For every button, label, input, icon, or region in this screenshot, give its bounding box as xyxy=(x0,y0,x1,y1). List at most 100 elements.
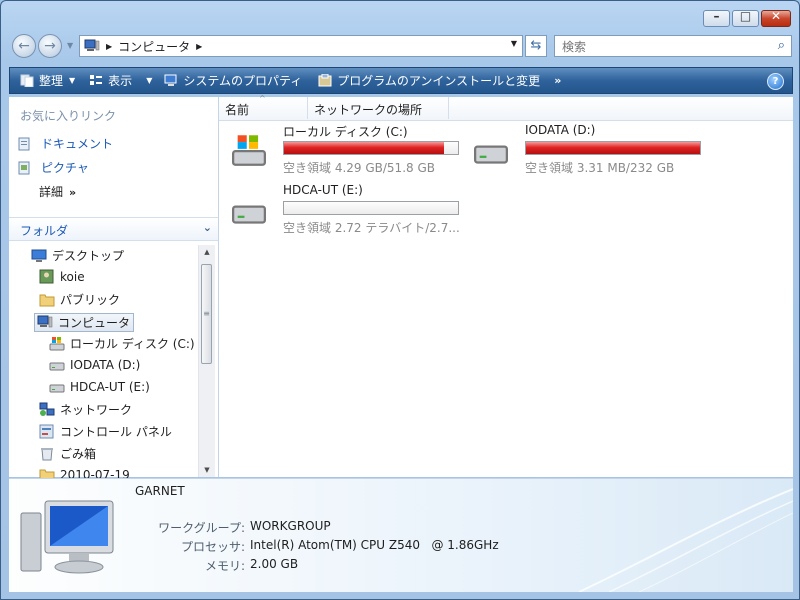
processor-label: プロセッサ: xyxy=(180,540,245,554)
tree-item[interactable]: koie xyxy=(39,269,85,284)
more-links-label: 詳細 xyxy=(39,185,64,199)
views-icon xyxy=(90,75,103,85)
tree-item-label: ネットワーク xyxy=(60,403,133,417)
address-dropdown-icon[interactable]: ▼ xyxy=(511,39,517,48)
drive-usage-bar xyxy=(283,141,459,155)
memory-value: 2.00 GB xyxy=(250,557,299,571)
processor-row: プロセッサ: Intel(R) Atom(TM) CPU Z540 @ 1.86G… xyxy=(135,538,499,555)
tree-item-label: デスクトップ xyxy=(52,249,125,263)
tree-item-label: IODATA (D:) xyxy=(70,357,141,372)
tree-item[interactable]: パブリック xyxy=(39,291,120,308)
programs-icon xyxy=(318,74,332,87)
favorite-link-documents[interactable]: ドキュメント xyxy=(17,135,113,152)
organize-label: 整理 xyxy=(39,74,64,88)
search-input[interactable] xyxy=(560,37,764,57)
minimize-button[interactable]: – xyxy=(703,9,730,27)
tree-item-label: ローカル ディスク (C:) xyxy=(70,337,195,351)
tree-item[interactable]: HDCA-UT (E:) xyxy=(49,379,150,394)
desktop-icon xyxy=(31,249,47,262)
column-network-label: ネットワークの場所 xyxy=(314,103,423,117)
workgroup-value: WORKGROUP xyxy=(250,519,331,533)
tree-item[interactable]: コントロール パネル xyxy=(39,423,172,440)
expand-chevron-icon: » xyxy=(69,186,77,199)
drive-free-space: 空き領域 4.29 GB/51.8 GB xyxy=(283,161,435,175)
history-dropdown-icon[interactable]: ▼ xyxy=(67,41,73,50)
search-icon[interactable]: ⌕ xyxy=(778,38,785,53)
breadcrumb-separator-icon[interactable]: ▶ xyxy=(106,42,112,51)
column-header-network-location[interactable]: ネットワークの場所 xyxy=(308,97,449,119)
tree-item[interactable]: コンピュータ xyxy=(34,313,135,332)
tree-item[interactable]: ネットワーク xyxy=(39,401,132,418)
title-bar-controls: – □ ✕ xyxy=(701,9,791,27)
forward-button[interactable]: → xyxy=(38,34,62,58)
help-button[interactable]: ? xyxy=(767,73,784,90)
scroll-down-icon[interactable]: ▼ xyxy=(199,463,215,477)
navigation-pane: お気に入りリンク ドキュメント ピクチャ 詳細 » フォルダ ⌄ デスクトップ ko… xyxy=(9,97,219,482)
views-button[interactable]: 表示 ▼ xyxy=(89,72,152,89)
drive-usage-bar xyxy=(283,201,459,215)
folder-tree-scrollbar[interactable]: ▲ ≡ ▼ xyxy=(198,245,215,477)
organize-button[interactable]: 整理 ▼ xyxy=(20,72,75,89)
breadcrumb-separator-icon[interactable]: ▶ xyxy=(196,42,202,51)
favorite-label: ピクチャ xyxy=(41,161,89,175)
tree-item[interactable]: ローカル ディスク (C:) xyxy=(49,335,195,352)
folders-header[interactable]: フォルダ ⌄ xyxy=(9,217,218,241)
scroll-thumb[interactable]: ≡ xyxy=(201,264,212,364)
more-links-button[interactable]: 詳細 » xyxy=(39,183,76,200)
drive-icon xyxy=(232,205,266,224)
system-properties-icon xyxy=(164,74,177,86)
drive-name: HDCA-UT (E:) xyxy=(283,183,363,197)
drive-tile[interactable]: ローカル ディスク (C:) 空き領域 4.29 GB/51.8 GB xyxy=(225,123,465,179)
drive-free-space: 空き領域 2.72 テラバイト/2.7... xyxy=(283,221,460,235)
tree-item-label: ごみ箱 xyxy=(60,447,97,461)
drive-tile[interactable]: HDCA-UT (E:) 空き領域 2.72 テラバイト/2.7... xyxy=(225,183,465,239)
more-commands-glyph: » xyxy=(554,74,562,87)
collapse-chevron-icon: ⌄ xyxy=(202,221,212,234)
uninstall-programs-label: プログラムのアンインストールと変更 xyxy=(337,74,541,88)
refresh-button[interactable]: ⇆ xyxy=(525,35,547,57)
back-button[interactable]: ← xyxy=(12,34,36,58)
folder-icon xyxy=(39,294,55,307)
memory-label: メモリ: xyxy=(204,559,245,573)
breadcrumb-computer[interactable]: コンピュータ xyxy=(118,38,190,55)
command-bar: 整理 ▼ 表示 ▼ システムのプロパティ プログラムのアンインストールと変更 » ? xyxy=(9,67,793,94)
system-properties-label: システムのプロパティ xyxy=(183,74,303,88)
maximize-button[interactable]: □ xyxy=(732,9,759,27)
drive-tile[interactable]: IODATA (D:) 空き領域 3.31 MB/232 GB xyxy=(467,123,707,179)
column-header-name[interactable]: ^ 名前 xyxy=(219,94,308,119)
more-commands-button[interactable]: » xyxy=(554,74,561,87)
windows-drive-icon xyxy=(232,135,266,166)
decorative-swoosh xyxy=(578,488,793,592)
close-glyph: ✕ xyxy=(770,9,782,23)
address-bar[interactable]: ▶ コンピュータ ▶ ▼ xyxy=(79,35,523,57)
uninstall-programs-button[interactable]: プログラムのアンインストールと変更 xyxy=(318,72,540,89)
computer-icon xyxy=(84,39,100,51)
details-pane: GARNET ワークグループ: WORKGROUP プロセッサ: Intel(R) … xyxy=(9,478,793,592)
forward-arrow-icon: → xyxy=(44,38,56,54)
system-properties-button[interactable]: システムのプロパティ xyxy=(164,72,302,89)
favorite-label: ドキュメント xyxy=(41,137,114,151)
minimize-glyph: – xyxy=(713,9,720,23)
scroll-up-icon[interactable]: ▲ xyxy=(199,245,215,259)
documents-icon xyxy=(18,137,30,150)
memory-row: メモリ: 2.00 GB xyxy=(135,557,298,574)
favorite-link-pictures[interactable]: ピクチャ xyxy=(17,159,89,176)
drive-usage-fill xyxy=(284,142,444,154)
workgroup-row: ワークグループ: WORKGROUP xyxy=(135,519,331,536)
close-button[interactable]: ✕ xyxy=(761,9,791,27)
tree-item-label: コントロール パネル xyxy=(60,425,172,439)
file-list: ^ 名前 ネットワークの場所 ローカル ディスク (C:) 空き領域 4.29 G… xyxy=(219,94,793,477)
tree-item[interactable]: ごみ箱 xyxy=(39,445,96,462)
tree-item-label: koie xyxy=(60,269,85,284)
search-box[interactable]: ⌕ xyxy=(554,35,792,57)
processor-value: Intel(R) Atom(TM) CPU Z540 @ 1.86GHz xyxy=(250,538,499,552)
computer-name: GARNET xyxy=(135,484,185,498)
folders-header-label: フォルダ xyxy=(20,224,69,238)
column-name-label: 名前 xyxy=(225,103,250,117)
tree-item[interactable]: IODATA (D:) xyxy=(49,357,140,372)
user-folder-icon xyxy=(39,269,54,284)
back-arrow-icon: ← xyxy=(18,38,30,54)
views-label: 表示 xyxy=(108,74,133,88)
drive-name: ローカル ディスク (C:) xyxy=(283,125,408,139)
tree-item[interactable]: デスクトップ xyxy=(31,247,124,264)
